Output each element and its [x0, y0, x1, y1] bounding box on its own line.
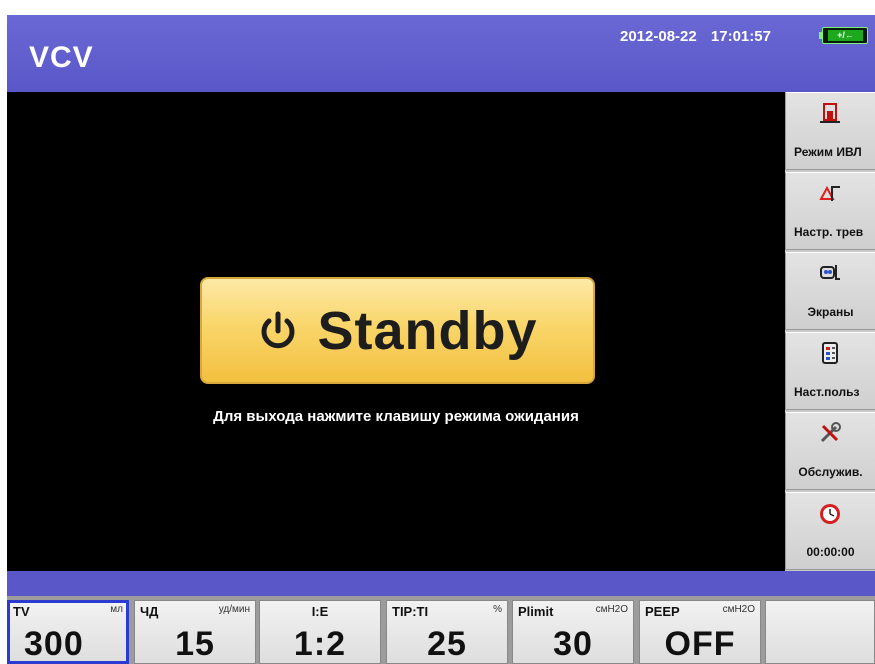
timer-clock-icon: [820, 504, 840, 524]
date-time: 2012-08-22 17:01:57: [620, 28, 771, 45]
sidebar-item-label: Режим ИВЛ: [794, 145, 862, 159]
main-display: Standby Для выхода нажмите клавишу режим…: [7, 92, 785, 571]
time-label: 17:01:57: [710, 28, 771, 45]
param-value: 30: [553, 625, 593, 663]
param-value: 25: [427, 625, 467, 663]
standby-hint: Для выхода нажмите клавишу режима ожидан…: [213, 408, 579, 425]
standby-button[interactable]: Standby: [200, 277, 595, 384]
param-value: 15: [175, 625, 215, 663]
user-settings-icon: [822, 342, 838, 364]
param-unit: смH2O: [595, 604, 628, 615]
param-peep[interactable]: PEEP смH2O OFF: [639, 600, 761, 664]
parameter-bar: TV мл 300 ЧД уд/мин 15 I:E 1:2 TIP:TI % …: [7, 596, 875, 664]
param-value: 300: [24, 625, 84, 663]
screens-icon: [820, 265, 840, 280]
battery-icon: +/←: [819, 27, 868, 44]
param-name: PEEP: [645, 604, 680, 619]
date-label: 2012-08-22: [620, 28, 697, 45]
sidebar-item-label: Наст.польз: [794, 385, 860, 399]
param-unit: мл: [110, 604, 123, 615]
sidebar-item-alarm-settings[interactable]: Настр. трев: [785, 172, 875, 250]
param-tip-ti[interactable]: TIP:TI % 25: [386, 600, 508, 664]
param-name: TIP:TI: [392, 604, 429, 619]
param-rate[interactable]: ЧД уд/мин 15: [134, 600, 256, 664]
sidebar-item-label: Обслужив.: [798, 465, 863, 479]
standby-label: Standby: [317, 300, 538, 361]
status-strip: [7, 571, 875, 596]
param-unit: %: [493, 604, 502, 615]
param-unit: уд/мин: [218, 604, 250, 615]
power-icon: [261, 311, 295, 348]
param-value: OFF: [664, 625, 736, 663]
battery-level: +/←: [828, 30, 863, 41]
param-ie-ratio[interactable]: I:E 1:2: [259, 600, 381, 664]
sidebar-item-timer[interactable]: 00:00:00: [785, 492, 875, 570]
sidebar-item-label: Экраны: [807, 305, 854, 319]
ventilation-mode-icon: [820, 103, 840, 123]
param-name: TV: [13, 604, 30, 619]
sidebar-item-screens[interactable]: Экраны: [785, 252, 875, 330]
param-unit: смH2O: [722, 604, 755, 615]
sidebar-item-label: Настр. трев: [794, 225, 864, 239]
sidebar: Режим ИВЛ Настр. трев Экраны Наст.польз: [785, 92, 875, 571]
header-bar: VCV 2012-08-22 17:01:57 +/←: [7, 15, 875, 92]
alarm-settings-icon: [819, 185, 840, 201]
sidebar-item-service[interactable]: Обслужив.: [785, 412, 875, 490]
service-tools-icon: [820, 422, 841, 443]
sidebar-item-ventilation-mode[interactable]: Режим ИВЛ: [785, 92, 875, 170]
param-plimit[interactable]: Plimit смH2O 30: [512, 600, 634, 664]
ventilation-mode-title: VCV: [29, 41, 94, 74]
sidebar-item-user-settings[interactable]: Наст.польз: [785, 332, 875, 410]
sidebar-item-label: 00:00:00: [806, 545, 855, 559]
param-empty-slot: [765, 600, 875, 664]
param-name: Plimit: [518, 604, 554, 619]
param-value: 1:2: [293, 625, 347, 663]
param-name: ЧД: [140, 604, 159, 619]
param-tv[interactable]: TV мл 300: [7, 600, 129, 664]
param-name: I:E: [311, 604, 329, 619]
